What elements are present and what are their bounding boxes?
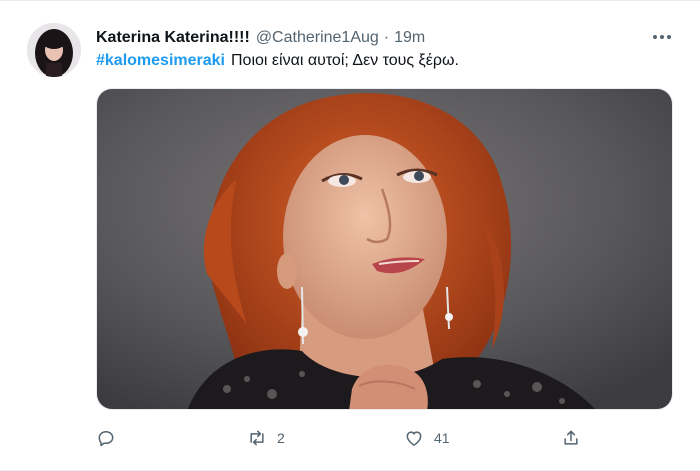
like-count: 41	[434, 430, 450, 446]
separator-dot: ·	[383, 29, 390, 46]
tweet-timestamp[interactable]: 19m	[394, 29, 425, 47]
photo-woman-red-hair	[97, 89, 672, 409]
hashtag-link[interactable]: #kalomesimeraki	[96, 52, 225, 70]
retweet-button[interactable]: 2	[247, 423, 285, 453]
retweet-count: 2	[277, 430, 285, 446]
display-name[interactable]: Katerina Katerina!!!!	[96, 29, 250, 47]
more-icon-dot	[667, 35, 671, 39]
tweet-header: Katerina Katerina!!!! @Catherine1Aug · 1…	[96, 27, 425, 49]
tweet-text: #kalomesimeraki Ποιοι είναι αυτοί; Δεν τ…	[96, 50, 459, 72]
retweet-icon	[250, 430, 264, 446]
user-handle[interactable]: @Catherine1Aug	[256, 29, 379, 47]
tweet-body-text: Ποιοι είναι αυτοί; Δεν τους ξέρω.	[230, 52, 459, 69]
tweet-media-photo[interactable]	[96, 88, 673, 410]
avatar[interactable]	[27, 23, 81, 77]
more-options-button[interactable]	[648, 25, 676, 49]
share-button[interactable]	[561, 423, 581, 453]
heart-icon	[406, 431, 422, 446]
like-button[interactable]: 41	[404, 423, 450, 453]
tweet-action-bar: 2 41	[96, 423, 673, 453]
tweet-card[interactable]: Katerina Katerina!!!! @Catherine1Aug · 1…	[0, 0, 700, 471]
reply-icon	[98, 431, 114, 447]
avatar-image	[27, 23, 81, 77]
reply-button[interactable]	[96, 423, 126, 453]
more-icon	[653, 35, 657, 39]
share-icon	[564, 430, 578, 445]
more-icon-dot	[660, 35, 664, 39]
